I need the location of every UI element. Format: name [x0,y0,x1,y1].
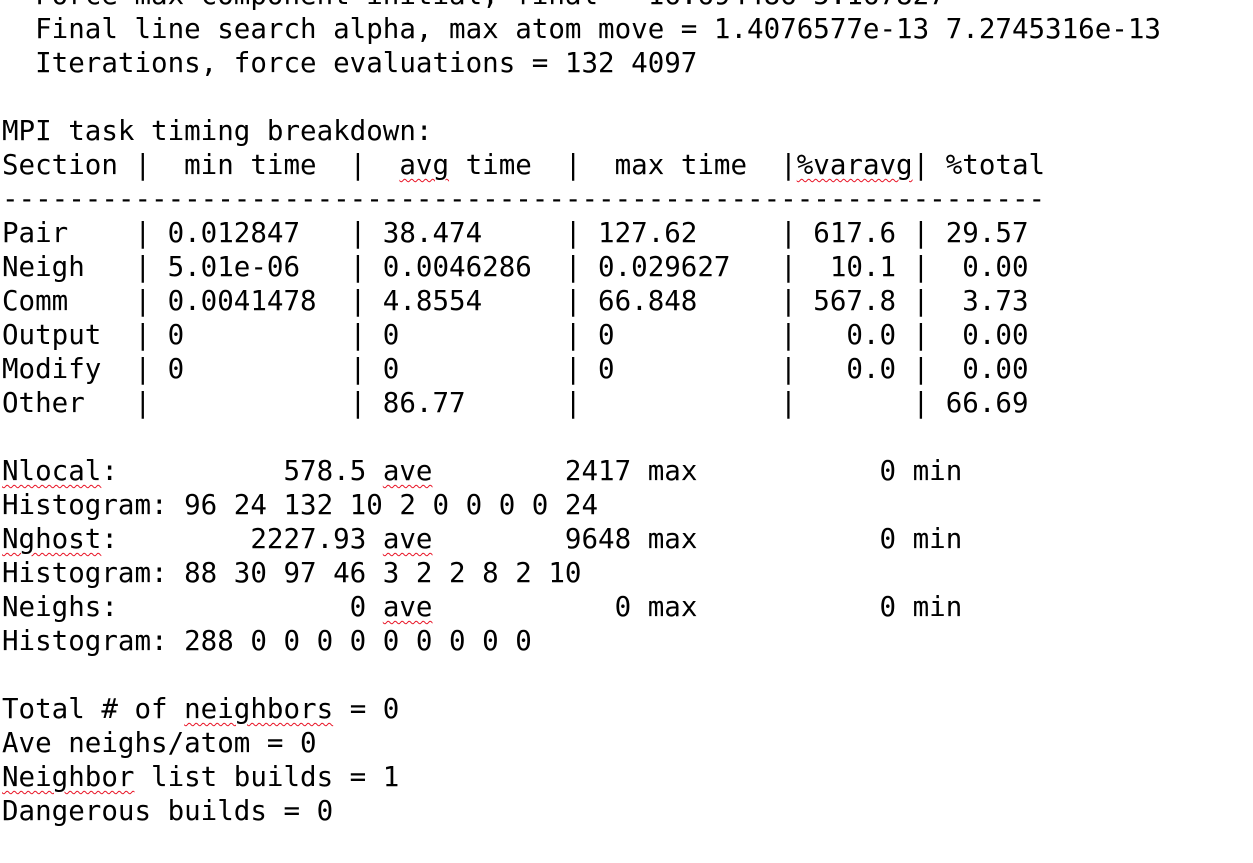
text-segment: 0 max 0 min [432,591,963,623]
text-line: MPI task timing breakdown: [2,114,1161,148]
spellcheck-flagged-word: %varavg [796,149,913,181]
text-segment: MPI task timing breakdown: [2,115,433,147]
text-line: Iterations, force evaluations = 132 4097 [2,46,1161,80]
text-line: Ave neighs/atom = 0 [2,726,1161,760]
text-segment: = 0 [333,693,400,725]
text-segment: Neighs: 0 [2,591,383,623]
text-segment: Neigh | 5.01e-06 | 0.0046286 | 0.029627 … [2,251,1029,283]
text-line: Histogram: 96 24 132 10 2 0 0 0 0 24 [2,488,1161,522]
text-line: Neigh | 5.01e-06 | 0.0046286 | 0.029627 … [2,250,1161,284]
text-segment: list builds = 1 [134,761,400,793]
text-segment: Dangerous builds = 0 [2,795,334,827]
text-segment: | %total [912,149,1046,181]
text-line: Output | 0 | 0 | 0 | 0.0 | 0.00 [2,318,1161,352]
text-line [2,80,1161,114]
text-segment: Output | 0 | 0 | 0 | 0.0 | 0.00 [2,319,1029,351]
text-segment: Pair | 0.012847 | 38.474 | 127.62 | 617.… [2,217,1029,249]
text-segment: Force max component initial, final = 16.… [2,0,946,11]
text-line: Histogram: 288 0 0 0 0 0 0 0 0 0 [2,624,1161,658]
text-line: Force max component initial, final = 16.… [2,0,1161,12]
text-segment: Other | | 86.77 | | | 66.69 [2,387,1029,419]
spellcheck-flagged-word: avg [399,149,450,181]
text-segment: time | max time | [449,149,797,181]
text-line [2,658,1161,692]
spellcheck-flagged-word: neighbors [184,693,334,725]
text-line: Modify | 0 | 0 | 0 | 0.0 | 0.00 [2,352,1161,386]
text-segment: Modify | 0 | 0 | 0 | 0.0 | 0.00 [2,353,1029,385]
text-editor[interactable]: Force max component initial, final = 16.… [0,0,1253,863]
text-line: Final line search alpha, max atom move =… [2,12,1161,46]
text-line: Neighs: 0 ave 0 max 0 min [2,590,1161,624]
text-segment: Total # of [2,693,185,725]
text-line: Histogram: 88 30 97 46 3 2 2 8 2 10 [2,556,1161,590]
text-segment: Iterations, force evaluations = 132 4097 [2,47,698,79]
text-segment: 9648 max 0 min [432,523,963,555]
text-line: Other | | 86.77 | | | 66.69 [2,386,1161,420]
spellcheck-flagged-word: ave [382,523,433,555]
document-text[interactable]: Force max component initial, final = 16.… [2,0,1161,828]
spellcheck-flagged-word: Neighbor [2,761,135,793]
text-segment: Section | min time | [2,149,400,181]
text-line: Nghost: 2227.93 ave 9648 max 0 min [2,522,1161,556]
text-line: Comm | 0.0041478 | 4.8554 | 66.848 | 567… [2,284,1161,318]
text-line: Neighbor list builds = 1 [2,760,1161,794]
spellcheck-flagged-word: Nlocal [2,455,102,487]
text-segment: 2417 max 0 min [432,455,963,487]
text-segment: Final line search alpha, max atom move =… [2,13,1161,45]
text-line: Nlocal: 578.5 ave 2417 max 0 min [2,454,1161,488]
spellcheck-flagged-word: ave [382,591,433,623]
text-line: Pair | 0.012847 | 38.474 | 127.62 | 617.… [2,216,1161,250]
text-line: Section | min time | avg time | max time… [2,148,1161,182]
spellcheck-flagged-word: ave [382,455,433,487]
text-line [2,420,1161,454]
text-line: Dangerous builds = 0 [2,794,1161,828]
text-segment: Ave neighs/atom = 0 [2,727,317,759]
text-segment: Histogram: 88 30 97 46 3 2 2 8 2 10 [2,557,582,589]
text-segment: ----------------------------------------… [2,183,1046,215]
spellcheck-flagged-word: Nghost [2,523,102,555]
text-line: ----------------------------------------… [2,182,1161,216]
text-line: Total # of neighbors = 0 [2,692,1161,726]
text-segment: Comm | 0.0041478 | 4.8554 | 66.848 | 567… [2,285,1029,317]
text-segment: Histogram: 288 0 0 0 0 0 0 0 0 0 [2,625,532,657]
text-segment: Histogram: 96 24 132 10 2 0 0 0 0 24 [2,489,599,521]
text-segment: : 2227.93 [101,523,383,555]
text-segment: : 578.5 [101,455,383,487]
